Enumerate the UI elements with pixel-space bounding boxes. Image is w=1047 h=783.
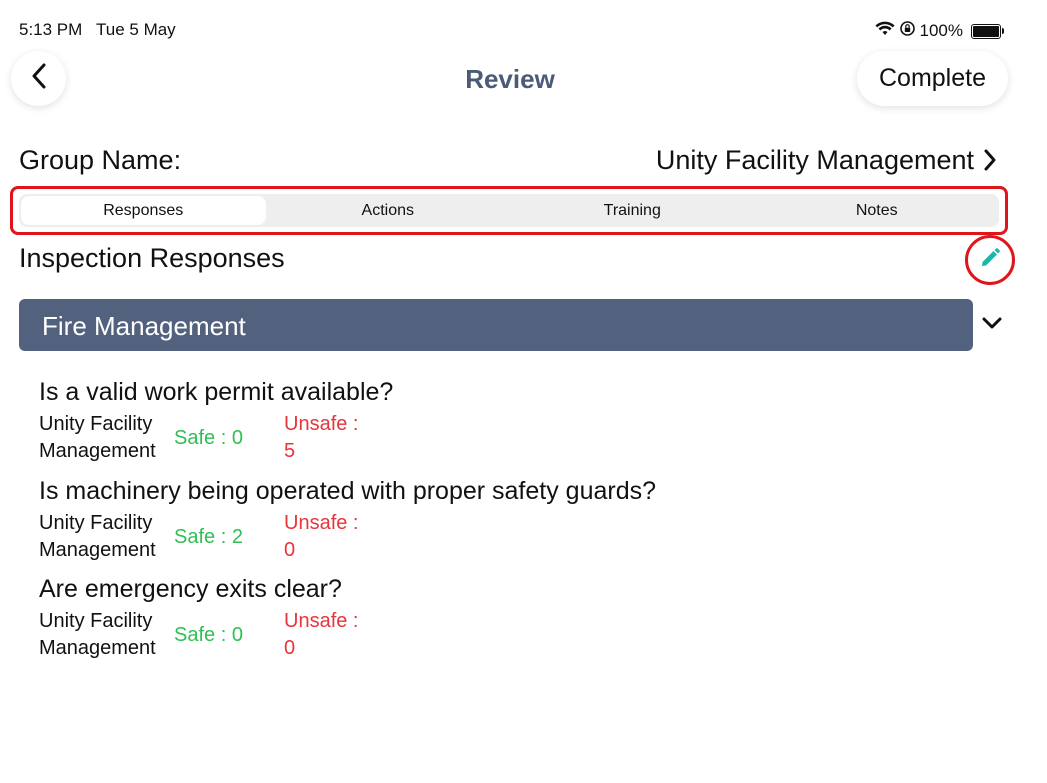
wifi-icon xyxy=(875,21,895,42)
response-group: Unity Facility Management xyxy=(39,411,174,465)
unsafe-label: Unsafe : xyxy=(284,512,359,534)
unsafe-count: Unsafe : 0 xyxy=(284,608,384,662)
category-header[interactable]: Fire Management xyxy=(19,299,973,351)
question-text: Is machinery being operated with proper … xyxy=(39,477,657,505)
unsafe-value: 0 xyxy=(284,637,296,659)
response-group: Unity Facility Management xyxy=(39,510,174,564)
battery-icon xyxy=(971,23,1004,39)
response-group-line: Unity Facility xyxy=(39,413,153,435)
question-text: Are emergency exits clear? xyxy=(39,575,342,603)
segmented-tabs: Responses Actions Training Notes xyxy=(19,194,999,227)
response-group-line: Management xyxy=(39,637,156,659)
safe-count: Safe : 0 xyxy=(174,624,243,646)
edit-button[interactable] xyxy=(965,235,1015,285)
unsafe-label: Unsafe : xyxy=(284,413,359,435)
safe-count: Safe : 2 xyxy=(174,526,243,548)
unsafe-value: 0 xyxy=(284,539,296,561)
response-group-line: Unity Facility xyxy=(39,610,153,632)
status-time: 5:13 PM xyxy=(19,20,83,39)
group-name-value[interactable]: Unity Facility Management xyxy=(656,145,974,176)
chevron-down-icon[interactable] xyxy=(981,316,1003,335)
tab-responses[interactable]: Responses xyxy=(21,196,266,225)
safe-count: Safe : 0 xyxy=(174,427,243,449)
question-text: Is a valid work permit available? xyxy=(39,378,394,406)
unsafe-count: Unsafe : 0 xyxy=(284,510,384,564)
unsafe-count: Unsafe : 5 xyxy=(284,411,384,465)
unsafe-label: Unsafe : xyxy=(284,610,359,632)
tab-notes[interactable]: Notes xyxy=(755,194,1000,227)
group-name-label: Group Name: xyxy=(19,145,182,175)
complete-button[interactable]: Complete xyxy=(857,51,1008,106)
battery-percent: 100% xyxy=(919,21,963,40)
status-indicators: 100% xyxy=(875,20,1004,42)
status-date: Tue 5 May xyxy=(96,20,176,39)
category-label: Fire Management xyxy=(42,311,246,341)
response-group-line: Unity Facility xyxy=(39,512,153,534)
response-group-line: Management xyxy=(39,539,156,561)
tab-actions[interactable]: Actions xyxy=(266,194,511,227)
tab-training[interactable]: Training xyxy=(510,194,755,227)
segmented-tabs-highlight: Responses Actions Training Notes xyxy=(10,186,1008,235)
response-group-line: Management xyxy=(39,440,156,462)
section-title: Inspection Responses xyxy=(19,243,285,273)
orientation-lock-icon xyxy=(899,20,916,42)
chevron-right-icon[interactable] xyxy=(983,148,997,177)
response-group: Unity Facility Management xyxy=(39,608,174,662)
pencil-icon xyxy=(979,247,1001,274)
unsafe-value: 5 xyxy=(284,440,296,462)
